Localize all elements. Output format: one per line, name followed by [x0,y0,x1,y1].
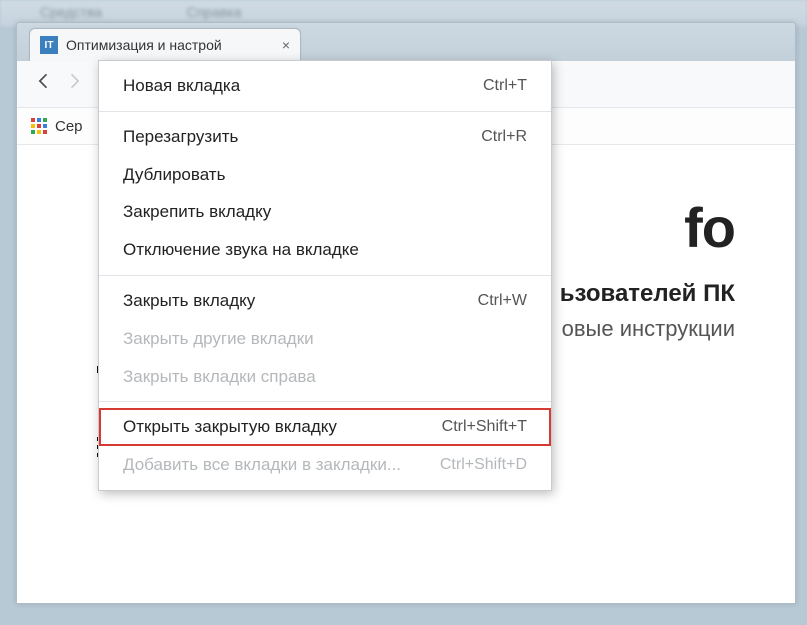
menu-item[interactable]: Перезагрузить Ctrl+R [99,118,551,156]
menu-separator [99,111,551,112]
menu-separator [99,401,551,402]
apps-grid-icon[interactable] [31,118,47,134]
menu-item[interactable]: Дублировать [99,156,551,194]
menu-item-label: Новая вкладка [123,74,240,98]
tab-title: Оптимизация и настрой [66,37,276,53]
menu-item-label: Закрыть вкладку [123,289,255,313]
menu-item: Закрыть другие вкладки [99,320,551,358]
close-icon[interactable]: × [282,37,290,53]
menu-item-shortcut: Ctrl+R [481,126,527,148]
tab-context-menu: Новая вкладка Ctrl+T Перезагрузить Ctrl+R Ду… [98,60,552,491]
menu-item-label: Перезагрузить [123,125,238,149]
menu-item[interactable]: Новая вкладка Ctrl+T [99,67,551,105]
menu-item[interactable]: Отключение звука на вкладке [99,231,551,269]
menu-item-label: Открыть закрытую вкладку [123,415,337,439]
menu-item-shortcut: Ctrl+W [478,290,527,312]
menu-item-label: Отключение звука на вкладке [123,238,359,262]
menu-item: Добавить все вкладки в закладки... Ctrl+S… [99,446,551,484]
menu-item-shortcut: Ctrl+T [483,75,527,97]
back-button[interactable] [29,71,59,97]
menu-item-shortcut: Ctrl+Shift+T [442,416,527,438]
menu-separator [99,275,551,276]
forward-button [59,71,89,97]
menu-item[interactable]: Закрепить вкладку [99,193,551,231]
tab-strip: IT Оптимизация и настрой × [17,23,795,61]
favicon-icon: IT [40,36,58,54]
bookmark-label[interactable]: Сер [55,118,83,135]
menu-item-label: Закрыть другие вкладки [123,327,314,351]
browser-tab[interactable]: IT Оптимизация и настрой × [29,28,301,61]
menu-item-label: Закрыть вкладки справа [123,365,316,389]
menu-item[interactable]: Закрыть вкладку Ctrl+W [99,282,551,320]
menu-item: Закрыть вкладки справа [99,358,551,396]
menu-item-label: Дублировать [123,163,225,187]
menu-item[interactable]: Открыть закрытую вкладку Ctrl+Shift+T [99,408,551,446]
menu-item-shortcut: Ctrl+Shift+D [440,454,527,476]
menu-item-label: Закрепить вкладку [123,200,271,224]
menu-item-label: Добавить все вкладки в закладки... [123,453,401,477]
